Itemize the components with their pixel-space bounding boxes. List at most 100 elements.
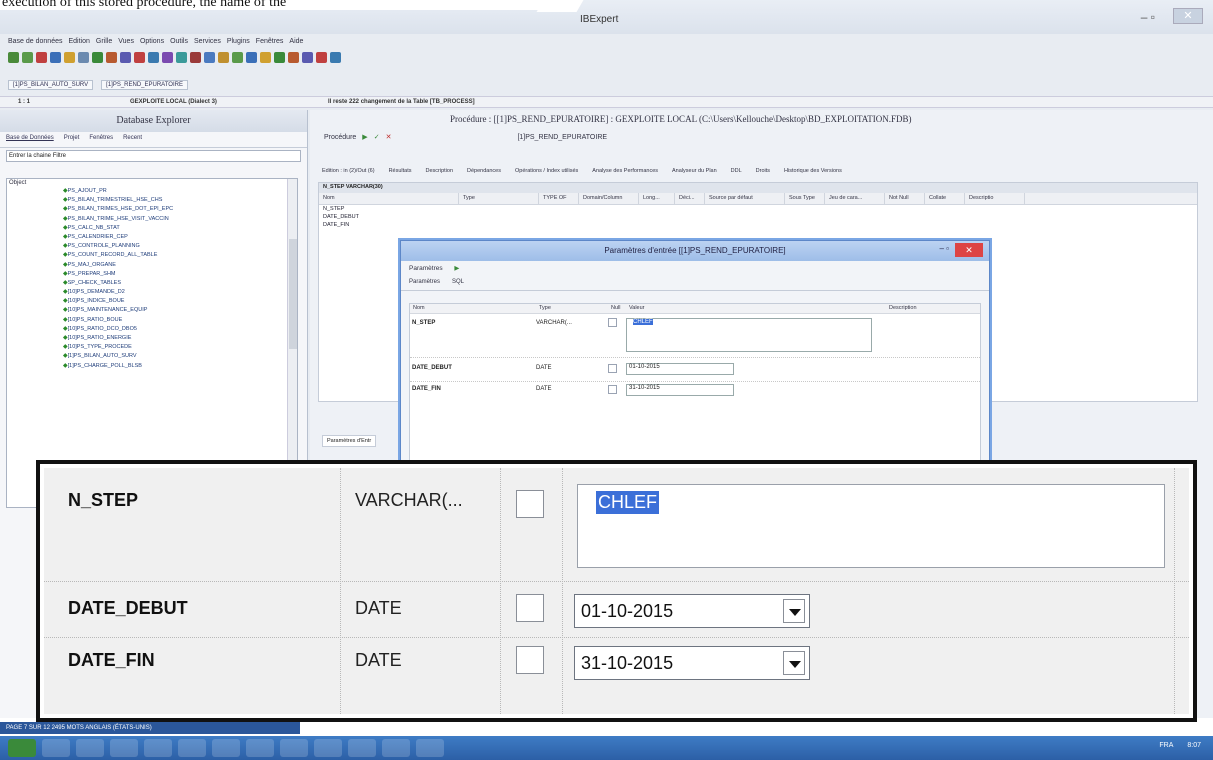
domain-icon[interactable] — [260, 52, 271, 63]
tree-item[interactable]: PS_AJOUT_PR — [7, 187, 297, 196]
disconnect-icon[interactable] — [36, 52, 47, 63]
table-row[interactable]: DATE_FIN DATE 31-10-2015 — [410, 382, 980, 404]
tab-rights[interactable]: Droits — [756, 168, 770, 174]
check-icon[interactable]: ✓ — [374, 133, 380, 141]
tab-recent[interactable]: Recent — [123, 135, 142, 144]
taskbar-app-icon[interactable] — [76, 739, 104, 757]
taskbar-app-icon[interactable] — [348, 739, 376, 757]
minimize-icon[interactable]: – ▫ — [939, 244, 949, 253]
value-input[interactable]: CHLEF — [626, 318, 872, 352]
param-row[interactable]: DATE_FIN DATE 31-10-2015 — [44, 638, 1189, 718]
tree-item[interactable]: PS_BILAN_TRIMES_HSE_DOT_EPI_EPC — [7, 205, 297, 214]
tree-item[interactable]: [10]PS_DEMANDE_D2 — [7, 288, 297, 297]
table-icon[interactable] — [50, 52, 61, 63]
taskbar-app-icon[interactable] — [212, 739, 240, 757]
chevron-down-icon[interactable] — [783, 599, 805, 623]
menu-item[interactable]: Options — [140, 38, 164, 50]
chevron-down-icon[interactable] — [783, 651, 805, 675]
procedure-menu[interactable]: Procédure — [324, 134, 356, 141]
tab-project[interactable]: Projet — [64, 135, 80, 144]
tab-description[interactable]: Description — [426, 168, 454, 174]
value-input[interactable]: CHLEF — [577, 484, 1165, 568]
connection-tab[interactable]: [1]PS_BILAN_AUTO_SURV — [8, 80, 94, 90]
close-button[interactable]: ✕ — [1173, 8, 1203, 24]
menu-item[interactable]: Services — [194, 38, 221, 50]
refresh-icon[interactable] — [176, 52, 187, 63]
tab-history[interactable]: Historique des Versions — [784, 168, 842, 174]
tab-windows[interactable]: Fenêtres — [89, 135, 113, 144]
taskbar-app-icon[interactable] — [144, 739, 172, 757]
start-icon[interactable] — [8, 739, 36, 757]
null-checkbox[interactable] — [516, 490, 544, 518]
tab-parameters[interactable]: Paramètres — [409, 279, 440, 288]
metadata-icon[interactable] — [330, 52, 341, 63]
menu-item[interactable]: Base de données — [8, 38, 63, 50]
tab-plan[interactable]: Analyseur du Plan — [672, 168, 717, 174]
table-row[interactable]: N_STEP VARCHAR(... CHLEF — [410, 314, 980, 358]
taskbar-app-icon[interactable] — [110, 739, 138, 757]
tree-scrollbar[interactable] — [287, 179, 297, 507]
key-icon[interactable] — [218, 52, 229, 63]
menu-item[interactable]: Grille — [96, 38, 112, 50]
date-combobox[interactable]: 01-10-2015 — [626, 363, 734, 375]
date-combobox[interactable]: 31-10-2015 — [626, 384, 734, 396]
folder-icon[interactable] — [64, 52, 75, 63]
tree-item[interactable]: [10]PS_TYPE_PROCEDE — [7, 343, 297, 352]
taskbar-app-icon[interactable] — [382, 739, 410, 757]
tree-item[interactable]: PS_COUNT_RECORD_ALL_TABLE — [7, 251, 297, 260]
menu-item[interactable]: Fenêtres — [256, 38, 284, 50]
filter-input[interactable]: Entrer la chaine Filtre — [6, 150, 301, 162]
language-indicator[interactable]: FRA — [1159, 742, 1173, 749]
run-icon[interactable]: ▶ — [454, 265, 459, 272]
check-icon[interactable] — [232, 52, 243, 63]
tree-item[interactable]: SP_CHECK_TABLES — [7, 279, 297, 288]
tree-item[interactable]: PS_PREPAR_SHM — [7, 270, 297, 279]
cancel-icon[interactable]: ✕ — [386, 133, 392, 141]
tree-item[interactable]: PS_BILAN_TRIME_HSE_VISIT_VACCIN — [7, 215, 297, 224]
database-icon[interactable] — [8, 52, 19, 63]
menu-item[interactable]: Aide — [289, 38, 303, 50]
udf-icon[interactable] — [302, 52, 313, 63]
null-checkbox[interactable] — [608, 364, 617, 373]
bottom-tab[interactable]: Paramètres d'Entr — [322, 435, 377, 447]
tree-item[interactable]: [10]PS_MAINTENANCE_EQUIP — [7, 306, 297, 315]
compile-icon[interactable]: ▶ — [362, 133, 367, 141]
null-checkbox[interactable] — [516, 646, 544, 674]
tree-item[interactable]: [10]PS_INDICE_BOUE — [7, 297, 297, 306]
tree-item[interactable]: PS_CALC_NB_STAT — [7, 224, 297, 233]
table-row[interactable]: N_STEP — [319, 205, 1197, 213]
tree-item[interactable]: [1]PS_BILAN_AUTO_SURV — [7, 352, 297, 361]
menu-item[interactable]: Edition — [69, 38, 90, 50]
tree-item[interactable]: [1]PS_CHARGE_POLL_BLSB — [7, 362, 297, 371]
database-icon[interactable] — [22, 52, 33, 63]
null-checkbox[interactable] — [516, 594, 544, 622]
param-row[interactable]: N_STEP VARCHAR(... CHLEF — [44, 468, 1189, 582]
clock[interactable]: 8:07 — [1187, 742, 1201, 749]
object-tree[interactable]: Object PS_AJOUT_PR PS_BILAN_TRIMESTRIEL_… — [6, 178, 298, 508]
export-icon[interactable] — [148, 52, 159, 63]
user-icon[interactable] — [162, 52, 173, 63]
date-combobox[interactable]: 01-10-2015 — [574, 594, 810, 628]
tab-ddl[interactable]: DDL — [731, 168, 742, 174]
menu-item[interactable]: Plugins — [227, 38, 250, 50]
connection-tab[interactable]: [1]PS_REND_EPURATOIRE — [101, 80, 188, 90]
menu-item[interactable]: Outils — [170, 38, 188, 50]
taskbar-app-icon[interactable] — [178, 739, 206, 757]
tree-item[interactable]: [10]PS_RATIO_DCO_DBO5 — [7, 325, 297, 334]
tree-item[interactable]: [10]PS_RATIO_ENERGIE — [7, 334, 297, 343]
generator-icon[interactable] — [274, 52, 285, 63]
scroll-thumb[interactable] — [289, 239, 297, 349]
tab-sql[interactable]: SQL — [452, 279, 464, 288]
param-row[interactable]: DATE_DEBUT DATE 01-10-2015 — [44, 582, 1189, 638]
tab-dependencies[interactable]: Dépendances — [467, 168, 501, 174]
view-icon[interactable] — [204, 52, 215, 63]
tab-results[interactable]: Résultats — [389, 168, 412, 174]
table-row[interactable]: DATE_DEBUT — [319, 213, 1197, 221]
taskbar-app-icon[interactable] — [42, 739, 70, 757]
index-icon[interactable] — [246, 52, 257, 63]
table-row[interactable]: DATE_FIN — [319, 221, 1197, 229]
tab-performance[interactable]: Analyse des Performances — [592, 168, 658, 174]
parameters-menu[interactable]: Paramètres — [409, 265, 443, 272]
tab-edit[interactable]: Edition : in (2)/Out (6) — [322, 168, 375, 174]
dialog-close-button[interactable]: ✕ — [955, 243, 983, 257]
